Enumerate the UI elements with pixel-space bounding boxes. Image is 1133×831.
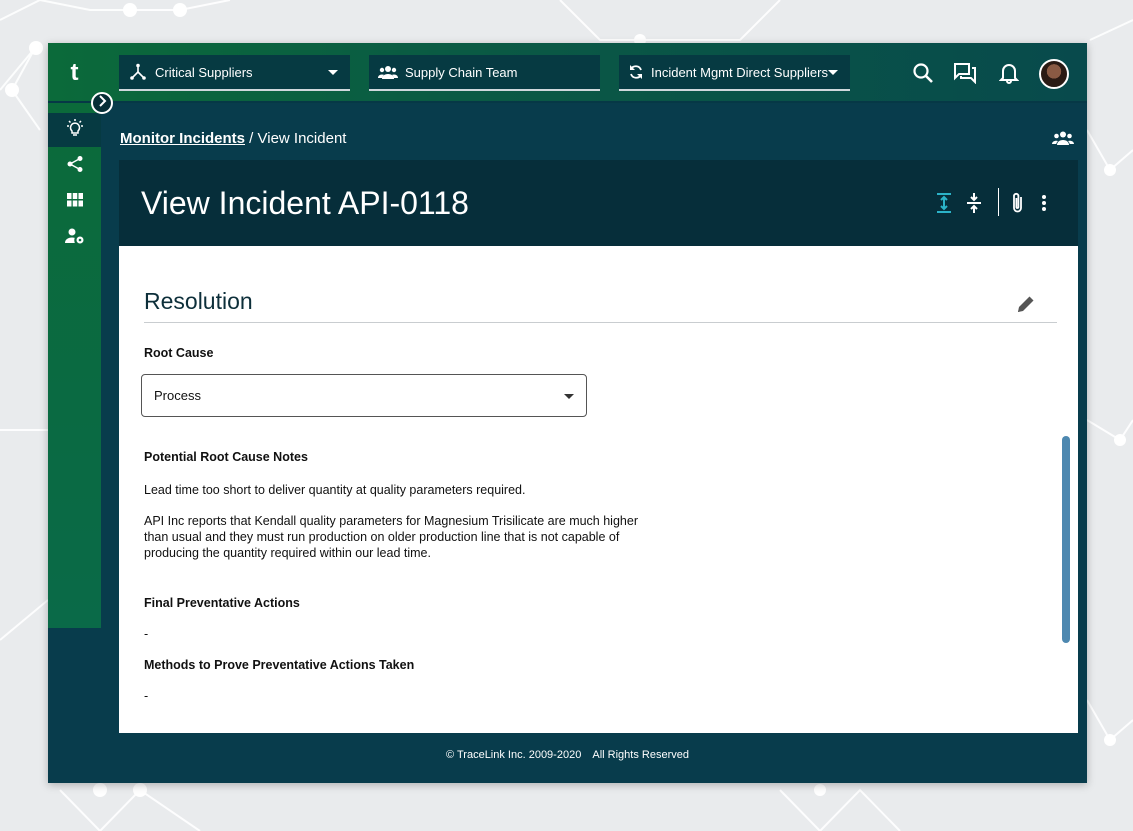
chevron-down-icon bbox=[564, 394, 574, 399]
final-actions-value: - bbox=[144, 627, 149, 641]
top-bar: t Critical Suppliers Supply Chain Team I… bbox=[48, 43, 1087, 103]
avatar[interactable] bbox=[1039, 59, 1069, 89]
notes-paragraph-2-line-1: API Inc reports that Kendall quality par… bbox=[144, 514, 638, 528]
breadcrumb-separator: / bbox=[245, 130, 258, 147]
team-icon bbox=[377, 61, 399, 83]
incident-header: View Incident API-0118 bbox=[119, 160, 1078, 246]
breadcrumb: Monitor Incidents / View Incident bbox=[120, 130, 346, 147]
section-title: Resolution bbox=[144, 288, 253, 314]
copyright-text: © TraceLink Inc. 2009-2020 bbox=[446, 749, 582, 761]
sync-icon bbox=[627, 61, 645, 83]
expand-sidebar-button[interactable] bbox=[91, 92, 113, 114]
bell-icon[interactable] bbox=[997, 61, 1021, 85]
root-cause-value: Process bbox=[154, 388, 201, 403]
tracelink-logo[interactable]: t bbox=[48, 43, 101, 103]
chevron-down-icon bbox=[828, 69, 838, 75]
root-cause-select[interactable]: Process bbox=[141, 374, 587, 417]
breadcrumb-current: View Incident bbox=[257, 130, 347, 147]
supply-chain-team-selector[interactable]: Supply Chain Team bbox=[369, 55, 600, 91]
notes-paragraph-2-line-2: than usual and they must run production … bbox=[144, 530, 620, 544]
sidebar-item-apps[interactable] bbox=[48, 185, 101, 219]
sidebar-item-insights[interactable] bbox=[48, 113, 101, 147]
incident-mgmt-selector[interactable]: Incident Mgmt Direct Suppliers bbox=[619, 55, 850, 91]
notes-paragraph-1: Lead time too short to deliver quantity … bbox=[144, 483, 526, 497]
sidebar-item-admin[interactable] bbox=[48, 221, 101, 255]
sidebar-item-network[interactable] bbox=[48, 149, 101, 183]
chevron-right-icon bbox=[97, 94, 107, 112]
methods-value: - bbox=[144, 689, 149, 703]
methods-label: Methods to Prove Preventative Actions Ta… bbox=[144, 658, 415, 672]
root-cause-label: Root Cause bbox=[144, 346, 214, 360]
grid-icon bbox=[66, 192, 83, 212]
app-window: t Critical Suppliers Supply Chain Team I… bbox=[48, 43, 1087, 783]
expand-all-icon[interactable] bbox=[933, 192, 955, 214]
breadcrumb-link-monitor-incidents[interactable]: Monitor Incidents bbox=[120, 130, 245, 147]
edit-icon[interactable] bbox=[1015, 293, 1037, 315]
page-title: View Incident API-0118 bbox=[141, 185, 469, 221]
more-options-icon[interactable] bbox=[1033, 192, 1055, 214]
attachment-icon[interactable] bbox=[1007, 192, 1029, 214]
selector-label: Incident Mgmt Direct Suppliers bbox=[650, 64, 828, 80]
footer: © TraceLink Inc. 2009-2020 All Rights Re… bbox=[48, 749, 1087, 761]
rights-text: All Rights Reserved bbox=[592, 749, 689, 761]
search-icon[interactable] bbox=[911, 61, 935, 85]
scrollbar-thumb[interactable] bbox=[1062, 436, 1070, 643]
critical-suppliers-selector[interactable]: Critical Suppliers bbox=[119, 55, 350, 91]
notes-label: Potential Root Cause Notes bbox=[144, 450, 308, 464]
resolution-panel: Resolution Root Cause Process Potential … bbox=[119, 246, 1078, 733]
divider bbox=[998, 188, 999, 216]
lightbulb-icon bbox=[65, 118, 85, 143]
user-settings-icon bbox=[64, 227, 85, 250]
share-icon bbox=[66, 155, 84, 178]
chevron-down-icon bbox=[328, 69, 338, 75]
network-icon bbox=[127, 61, 149, 83]
team-members-icon[interactable] bbox=[1052, 130, 1074, 151]
notes-paragraph-2-line-3: producing the quantity required within o… bbox=[144, 546, 431, 560]
chat-icon[interactable] bbox=[953, 61, 977, 85]
selector-label: Supply Chain Team bbox=[405, 64, 518, 80]
collapse-all-icon[interactable] bbox=[963, 192, 985, 214]
final-actions-label: Final Preventative Actions bbox=[144, 596, 300, 610]
selector-label: Critical Suppliers bbox=[155, 64, 253, 80]
section-divider bbox=[144, 322, 1057, 323]
sidebar bbox=[48, 103, 101, 628]
